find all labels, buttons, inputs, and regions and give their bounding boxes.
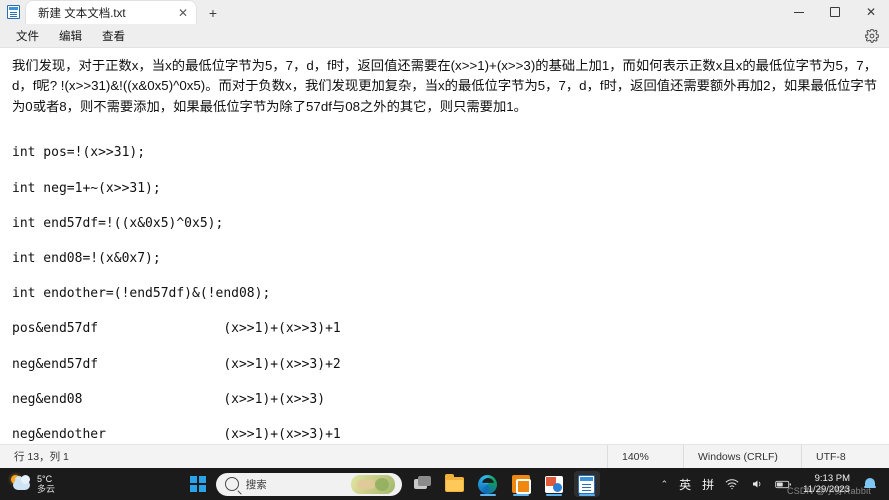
- maximize-button[interactable]: [817, 0, 853, 24]
- encoding[interactable]: UTF-8: [801, 444, 889, 469]
- folder-icon: [445, 473, 465, 492]
- ime-language-button[interactable]: 英: [675, 471, 695, 497]
- search-placeholder: 搜索: [245, 478, 267, 491]
- search-icon: [224, 477, 239, 491]
- menu-bar: 文件 编辑 查看: [0, 24, 889, 48]
- status-bar: 行 13，列 1 140% Windows (CRLF) UTF-8: [0, 444, 889, 469]
- taskbar: 5°C 多云 搜索 ⌃ 英 拼 9:13 PM 11/29/2023 CSDN …: [0, 468, 889, 500]
- notepad-icon: [578, 474, 596, 494]
- code-line: int neg=1+~(x>>31);: [12, 180, 161, 196]
- code-line: neg&end57df (x>>1)+(x>>3)+2: [12, 356, 341, 372]
- code-line: pos&end57df (x>>1)+(x>>3)+1: [12, 321, 341, 337]
- windows-logo-icon: [189, 476, 206, 492]
- line-ending[interactable]: Windows (CRLF): [683, 444, 801, 469]
- code-block-1: int pos=!(x>>31); int neg=1+~(x>>31); in…: [0, 117, 889, 442]
- volume-icon[interactable]: [746, 471, 768, 497]
- search-input[interactable]: 搜索: [215, 472, 402, 496]
- pinned-app-button[interactable]: [541, 471, 567, 497]
- minimize-button[interactable]: [781, 0, 817, 24]
- code-line: neg&end08 (x>>1)+(x>>3): [12, 391, 326, 407]
- new-tab-button[interactable]: +: [200, 2, 226, 24]
- code-line: neg&endother (x>>1)+(x>>3)+1: [12, 426, 341, 442]
- notepad-window: 新建 文本文档.txt ✕ + ✕ 文件 编辑 查看 我们发现，对于正数x，当x…: [0, 0, 889, 469]
- microsoft-edge-button[interactable]: [475, 471, 501, 497]
- text-editor-area[interactable]: 我们发现，对于正数x，当x的最低位字节为5，7，d，f时，返回值还需要在(x>>…: [0, 48, 889, 442]
- code-line: int pos=!(x>>31);: [12, 145, 146, 161]
- code-line: int end57df=!((x&0x5)^0x5);: [12, 215, 224, 231]
- window-controls: ✕: [781, 0, 889, 24]
- code-line: int end08=!(x&0x7);: [12, 251, 161, 267]
- notepad-taskbar-button[interactable]: [573, 471, 600, 497]
- tab-title: 新建 文本文档.txt: [38, 7, 126, 20]
- taskbar-center: 搜索: [130, 471, 657, 497]
- close-window-button[interactable]: ✕: [853, 0, 889, 24]
- weather-widget[interactable]: 5°C 多云: [0, 474, 130, 495]
- clock-time: 9:13 PM: [814, 473, 850, 484]
- paragraph-text: 我们发现，对于正数x，当x的最低位字节为5，7，d，f时，返回值还需要在(x>>…: [12, 58, 877, 114]
- battery-icon[interactable]: [771, 471, 796, 497]
- search-highlight-image: [350, 474, 395, 494]
- visual-studio-button[interactable]: [508, 471, 534, 497]
- file-explorer-button[interactable]: [442, 471, 468, 497]
- start-button[interactable]: [187, 473, 209, 495]
- clock[interactable]: 9:13 PM 11/29/2023: [799, 473, 856, 495]
- title-bar: 新建 文本文档.txt ✕ + ✕: [0, 0, 889, 24]
- notifications-button[interactable]: [859, 471, 881, 497]
- menu-file[interactable]: 文件: [6, 25, 49, 47]
- show-hidden-icons-button[interactable]: ⌃: [657, 471, 673, 497]
- menu-edit[interactable]: 编辑: [49, 25, 92, 47]
- screen: 新建 文本文档.txt ✕ + ✕ 文件 编辑 查看 我们发现，对于正数x，当x…: [0, 0, 889, 500]
- weather-temperature: 5°C: [37, 473, 53, 484]
- wifi-icon[interactable]: [721, 471, 743, 497]
- document-tab[interactable]: 新建 文本文档.txt ✕: [26, 1, 196, 24]
- code-line: int endother=(!end57df)&(!end08);: [12, 286, 271, 302]
- visual-studio-icon: [511, 475, 531, 494]
- app-icon: [544, 475, 563, 493]
- edge-icon: [478, 474, 498, 494]
- weather-condition: 多云: [37, 484, 56, 494]
- menu-view[interactable]: 查看: [92, 25, 135, 47]
- task-view-button[interactable]: [409, 471, 435, 497]
- bell-icon: [863, 477, 877, 492]
- notepad-icon: [0, 0, 26, 24]
- ime-mode-button[interactable]: 拼: [698, 471, 718, 497]
- gear-icon[interactable]: [863, 27, 881, 45]
- zoom-level[interactable]: 140%: [607, 444, 683, 469]
- system-tray: ⌃ 英 拼 9:13 PM 11/29/2023: [657, 471, 889, 497]
- close-icon: ✕: [865, 5, 877, 19]
- clock-date: 11/29/2023: [803, 484, 850, 495]
- partly-cloudy-icon: [10, 475, 32, 493]
- cursor-position: 行 13，列 1: [14, 451, 69, 463]
- close-tab-icon[interactable]: ✕: [174, 4, 192, 22]
